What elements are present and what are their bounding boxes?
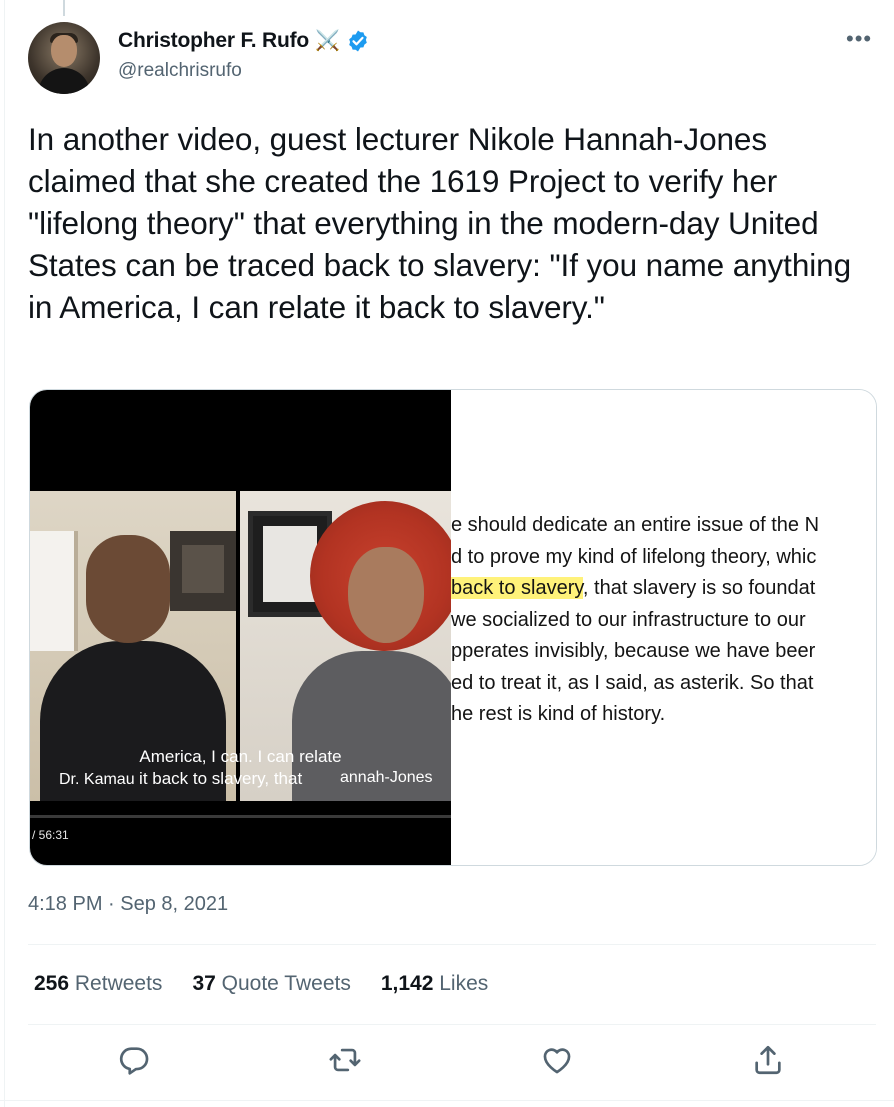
quote-tweets-stat[interactable]: 37 Quote Tweets xyxy=(192,972,350,996)
divider xyxy=(28,1024,876,1025)
action-bar xyxy=(0,1043,894,1083)
transcript-text: e should dedicate an entire issue of the… xyxy=(451,514,820,536)
retweets-stat[interactable]: 256 Retweets xyxy=(34,972,162,996)
avatar[interactable] xyxy=(28,22,100,94)
tweet-media[interactable]: America, I can. I can relate Dr. Kamau i… xyxy=(29,389,877,866)
more-horizontal-icon[interactable]: ••• xyxy=(846,28,872,50)
transcript-text: we socialized to our infrastructure to o… xyxy=(451,608,806,631)
tweet-text: In another video, guest lecturer Nikole … xyxy=(28,121,860,325)
crossed-swords-icon: ⚔️ xyxy=(315,30,340,52)
video-progress-bar[interactable] xyxy=(30,815,451,818)
tweet-bottom-border xyxy=(0,1100,894,1101)
retweet-icon[interactable] xyxy=(328,1043,362,1077)
transcript-excerpt: e should dedicate an entire issue of the… xyxy=(451,390,876,865)
share-icon[interactable] xyxy=(751,1043,785,1077)
tweet-timestamp[interactable]: 4:18 PM · Sep 8, 2021 xyxy=(28,893,228,916)
quotes-label: Quote Tweets xyxy=(221,972,351,995)
thread-connector-line xyxy=(63,0,65,16)
transcript-text: he rest is kind of history. xyxy=(451,703,666,725)
reply-icon[interactable] xyxy=(117,1043,151,1077)
transcript-highlight: back to slavery xyxy=(451,577,583,599)
transcript-lines: e should dedicate an entire issue of the… xyxy=(451,510,876,731)
transcript-line: ed to treat it, as I said, as asterik. S… xyxy=(451,668,876,700)
name-tag-left: Dr. Kamau it back to slavery, that xyxy=(59,769,302,789)
transcript-line: we socialized to our infrastructure to o… xyxy=(451,605,876,637)
name-tag-right: annah-Jones xyxy=(340,769,433,786)
retweets-count: 256 xyxy=(34,972,70,995)
transcript-line: d to prove my kind of lifelong theory, w… xyxy=(451,542,876,574)
retweets-label: Retweets xyxy=(74,972,163,995)
transcript-text: , that slavery is so foundat xyxy=(582,577,816,599)
transcript-line: he rest is kind of history. xyxy=(451,699,876,731)
likes-label: Likes xyxy=(439,972,489,995)
author-handle[interactable]: @realchrisrufo xyxy=(118,60,242,82)
transcript-text: ed to treat it, as I said, as asterik. S… xyxy=(451,671,814,694)
transcript-text: d to prove my kind of lifelong theory, w… xyxy=(451,545,817,568)
timeline-border xyxy=(4,0,5,1107)
transcript-line: e should dedicate an entire issue of the… xyxy=(451,510,876,542)
quotes-count: 37 xyxy=(192,972,216,995)
author-name-row[interactable]: Christopher F. Rufo ⚔️ xyxy=(118,28,370,53)
caption-line-1: America, I can. I can relate xyxy=(139,747,342,766)
transcript-line: back to slavery, that slavery is so foun… xyxy=(451,573,876,605)
transcript-text: pperates invisibly, because we have beer xyxy=(451,640,816,662)
like-icon[interactable] xyxy=(540,1043,574,1077)
name-tag-left-text: Dr. Kamau xyxy=(59,771,135,788)
transcript-line: pperates invisibly, because we have beer xyxy=(451,636,876,668)
engagement-stats: 256 Retweets 37 Quote Tweets 1,142 Likes xyxy=(34,972,488,996)
likes-count: 1,142 xyxy=(380,972,434,995)
video-screenshot[interactable]: America, I can. I can relate Dr. Kamau i… xyxy=(30,390,451,865)
video-time: / 56:31 xyxy=(32,828,69,842)
verified-badge-icon xyxy=(349,30,367,51)
divider xyxy=(28,944,876,945)
likes-stat[interactable]: 1,142 Likes xyxy=(381,972,488,996)
author-name[interactable]: Christopher F. Rufo xyxy=(118,29,309,53)
caption-line-2: it back to slavery, that xyxy=(139,769,303,788)
